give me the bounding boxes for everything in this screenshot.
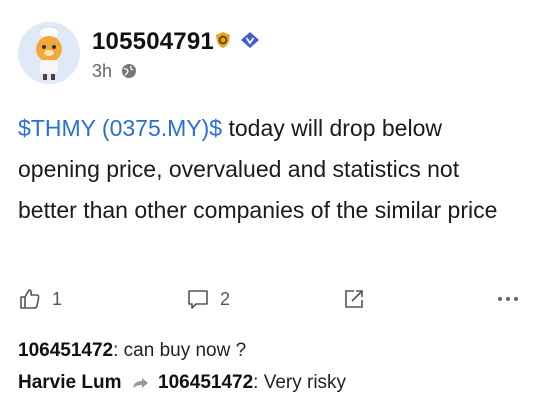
post-username[interactable]: 105504791	[92, 28, 214, 56]
reply-item[interactable]: 106451472: can buy now ?	[18, 340, 246, 362]
reply-item[interactable]: Harvie Lum 106451472: Very risky	[18, 372, 346, 394]
like-count: 1	[52, 288, 63, 309]
post-time: 3h	[92, 60, 113, 81]
like-icon	[20, 289, 40, 309]
share-button[interactable]	[342, 286, 366, 312]
reply-author[interactable]: 106451472	[18, 340, 113, 361]
reply-text: : Very risky	[253, 372, 347, 393]
like-button[interactable]: 1	[18, 286, 62, 312]
post-meta: 3h	[92, 60, 137, 82]
comment-button[interactable]: 2	[186, 286, 230, 312]
reply-arrow-icon	[132, 377, 148, 388]
globe-icon	[122, 64, 137, 79]
more-button[interactable]	[496, 286, 520, 312]
share-icon	[345, 290, 363, 308]
verified-shield-icon	[216, 32, 230, 48]
comment-count: 2	[220, 288, 231, 309]
reply-to-user[interactable]: 106451472	[158, 372, 253, 393]
avatar-image	[18, 22, 80, 84]
action-bar: 1 2	[0, 286, 540, 316]
ticker-link[interactable]: $THMY (0375.MY)$	[18, 115, 222, 141]
vip-badge-icon	[241, 32, 259, 48]
comment-icon	[188, 290, 208, 309]
reply-text: : can buy now ?	[113, 340, 247, 361]
post-body: $THMY (0375.MY)$ today will drop below o…	[18, 108, 523, 231]
more-icon	[498, 297, 518, 301]
avatar[interactable]	[18, 22, 80, 84]
reply-author[interactable]: Harvie Lum	[18, 372, 121, 393]
